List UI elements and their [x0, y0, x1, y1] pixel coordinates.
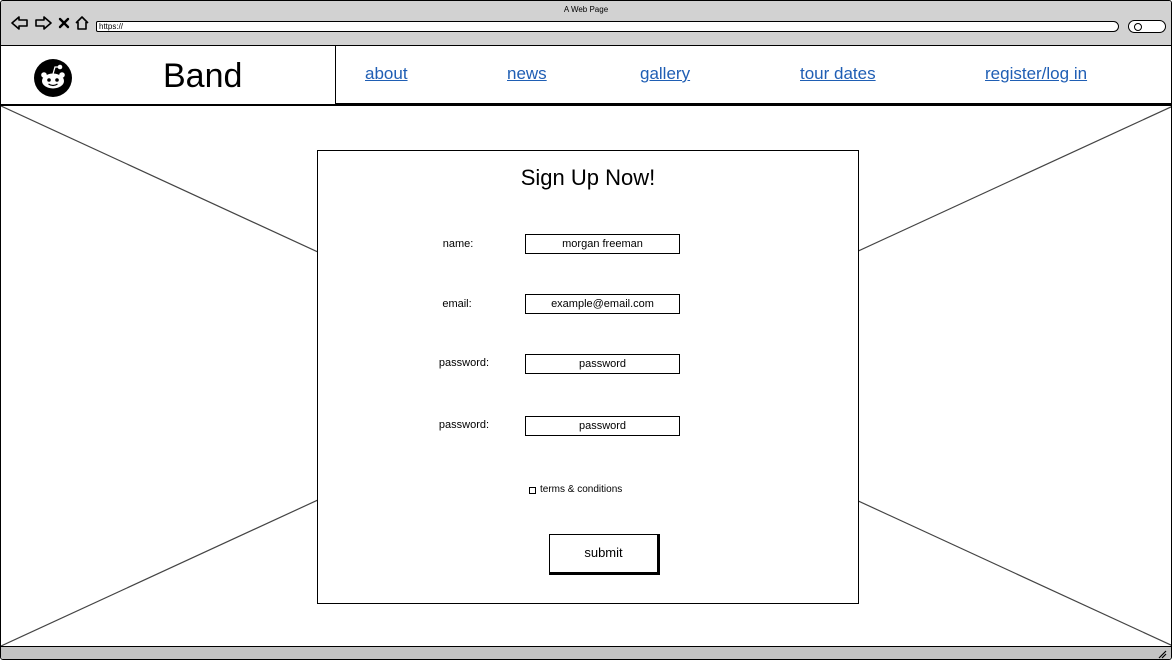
password-field[interactable]	[525, 354, 680, 374]
alien-logo-icon[interactable]	[33, 58, 73, 98]
main-nav: about news gallery tour dates register/l…	[335, 46, 1171, 104]
name-field[interactable]	[525, 234, 680, 254]
home-icon[interactable]	[72, 13, 92, 33]
nav-link-tour-dates[interactable]: tour dates	[800, 64, 876, 84]
nav-link-gallery[interactable]: gallery	[640, 64, 690, 84]
signup-form: Sign Up Now! name: email: password: pass…	[317, 150, 859, 604]
back-arrow-icon[interactable]	[10, 13, 30, 33]
name-label: name:	[442, 238, 474, 250]
brand-name: Band	[163, 57, 243, 95]
site-header-brand: Band	[1, 46, 336, 104]
terms-checkbox[interactable]	[529, 486, 536, 494]
form-title: Sign Up Now!	[520, 165, 656, 190]
forward-arrow-icon[interactable]	[33, 13, 53, 33]
nav-link-news[interactable]: news	[507, 64, 547, 84]
nav-link-about[interactable]: about	[365, 64, 408, 84]
terms-checkbox-row[interactable]: terms & conditions	[529, 483, 622, 497]
confirm-password-label: password:	[438, 419, 490, 431]
password-label: password:	[438, 357, 490, 369]
status-bar	[1, 646, 1171, 659]
browser-window: A Web Page https:// Band about news gall…	[0, 0, 1172, 660]
terms-label: terms & conditions	[540, 484, 623, 495]
submit-button[interactable]: submit	[549, 534, 660, 575]
nav-link-register[interactable]: register/log in	[985, 64, 1087, 84]
search-icon	[1134, 23, 1142, 31]
close-icon[interactable]	[54, 13, 74, 33]
browser-toolbar: A Web Page https://	[1, 1, 1171, 46]
email-label: email:	[442, 298, 472, 310]
resize-grip-icon[interactable]	[1157, 649, 1167, 659]
address-text: https://	[99, 22, 124, 31]
confirm-password-field[interactable]	[525, 416, 680, 436]
window-title: A Web Page	[563, 5, 609, 14]
address-bar[interactable]: https://	[96, 21, 1119, 32]
email-field[interactable]	[525, 294, 680, 314]
search-button[interactable]	[1128, 20, 1166, 33]
